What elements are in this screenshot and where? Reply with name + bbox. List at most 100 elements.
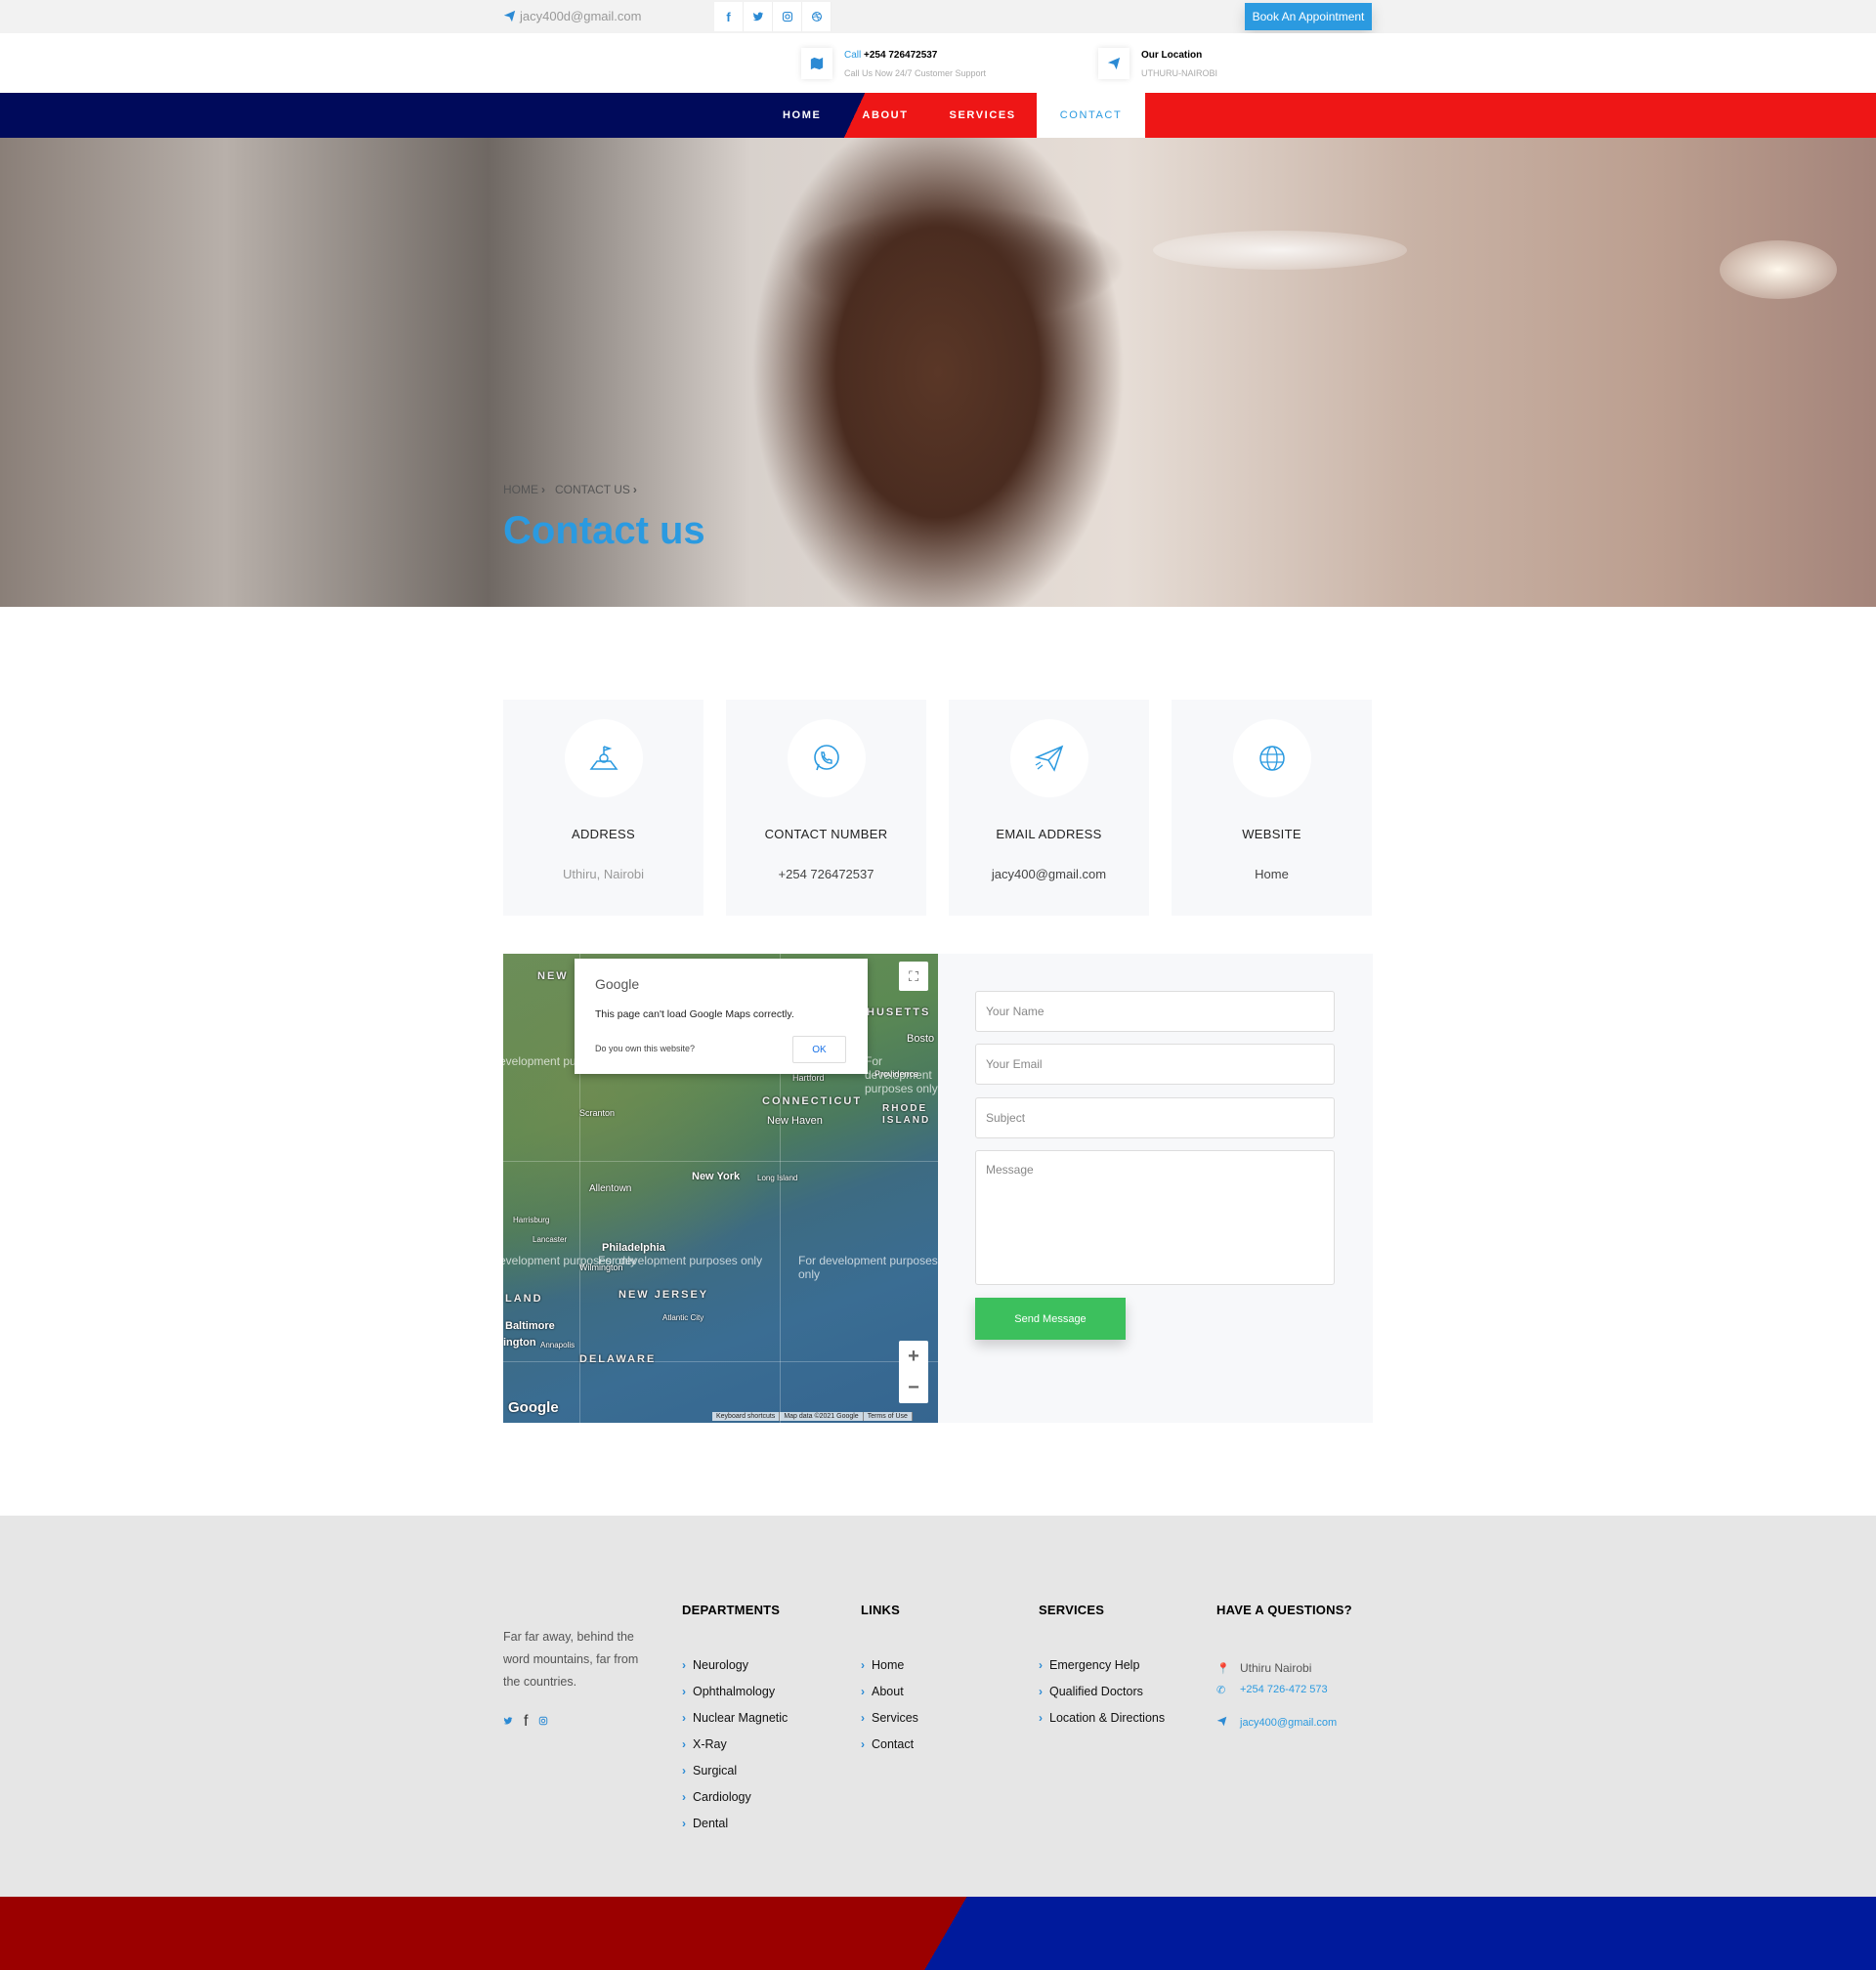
chevron-right-icon: › xyxy=(682,1685,686,1698)
dev-watermark: For development purposes only xyxy=(798,1254,938,1281)
department-link[interactable]: › X-Ray xyxy=(682,1737,788,1764)
service-link[interactable]: › Qualified Doctors xyxy=(1039,1685,1165,1711)
card-value[interactable]: jacy400@gmail.com xyxy=(949,867,1149,881)
nav-item-home[interactable]: HOME xyxy=(762,93,841,138)
chevron-right-icon: › xyxy=(861,1658,865,1672)
footer-link[interactable]: › Home xyxy=(861,1658,918,1685)
card-email-address: EMAIL ADDRESS jacy400@gmail.com xyxy=(949,700,1149,916)
dialog-message: This page can't load Google Maps correct… xyxy=(595,1008,794,1020)
footer-questions: HAVE A QUESTIONS? 📍 Uthiru Nairobi ✆ +254 … xyxy=(1216,1603,1352,1739)
department-link[interactable]: › Nuclear Magnetic xyxy=(682,1711,788,1737)
chevron-right-icon: › xyxy=(682,1790,686,1804)
whatsapp-icon xyxy=(787,719,866,797)
footer-services: SERVICES › Emergency Help › Qualified Doct… xyxy=(1039,1603,1165,1737)
map-label: Bosto xyxy=(907,1033,935,1045)
paper-plane-icon xyxy=(1009,719,1088,797)
footer-links: LINKS › Home › About › Services › Contact xyxy=(861,1603,918,1764)
zoom-in-icon[interactable]: + xyxy=(899,1341,928,1372)
map-label: CONNECTICUT xyxy=(762,1095,863,1107)
facebook-icon[interactable]: f xyxy=(524,1713,528,1731)
footer-link[interactable]: › About xyxy=(861,1685,918,1711)
footer-social: f xyxy=(503,1713,548,1731)
footer-services-title: SERVICES xyxy=(1039,1603,1105,1617)
service-link[interactable]: › Location & Directions xyxy=(1039,1711,1165,1737)
map-label: HUSETTS xyxy=(867,1006,931,1018)
map-label: ington xyxy=(503,1337,536,1349)
card-title: CONTACT NUMBER xyxy=(764,827,888,841)
dev-watermark: For development purposes only xyxy=(598,1254,763,1267)
map-label: Annapolis xyxy=(540,1341,576,1349)
dialog-ok-button[interactable]: OK xyxy=(792,1036,846,1063)
chevron-right-icon: › xyxy=(1039,1658,1043,1672)
google-logo: Google xyxy=(508,1399,559,1416)
paper-plane-icon xyxy=(1098,48,1130,79)
chevron-right-icon: › xyxy=(861,1737,865,1751)
card-title: ADDRESS xyxy=(572,827,635,841)
breadcrumb-home[interactable]: HOME › xyxy=(503,483,545,496)
message-textarea[interactable]: Message xyxy=(975,1150,1335,1285)
chevron-right-icon: › xyxy=(861,1685,865,1698)
globe-icon xyxy=(1232,719,1311,797)
location-subtitle: UTHURU-NAIROBI xyxy=(1141,68,1217,78)
send-message-button[interactable]: Send Message xyxy=(975,1298,1126,1340)
department-link[interactable]: › Neurology xyxy=(682,1658,788,1685)
footer-link[interactable]: › Services xyxy=(861,1711,918,1737)
map-label: DELAWARE xyxy=(579,1353,657,1365)
twitter-icon[interactable] xyxy=(744,2,773,31)
name-input[interactable]: Your Name xyxy=(975,991,1335,1032)
dribbble-icon[interactable] xyxy=(802,2,831,31)
fullscreen-icon[interactable]: ⛶ xyxy=(899,962,928,991)
department-link[interactable]: › Dental xyxy=(682,1817,788,1843)
instagram-icon[interactable] xyxy=(773,2,802,31)
chevron-right-icon: › xyxy=(1039,1711,1043,1725)
facebook-icon[interactable]: f xyxy=(714,2,744,31)
footer-departments-title: DEPARTMENTS xyxy=(682,1603,781,1617)
nav-item-services[interactable]: SERVICES xyxy=(929,93,1037,138)
map-label: New York xyxy=(692,1171,741,1182)
chevron-right-icon: › xyxy=(861,1711,865,1725)
footer-email[interactable]: jacy400@gmail.com xyxy=(1216,1706,1352,1739)
map-label: New Haven xyxy=(767,1115,823,1127)
chevron-right-icon: › xyxy=(682,1737,686,1751)
service-link[interactable]: › Emergency Help xyxy=(1039,1658,1165,1685)
card-title: WEBSITE xyxy=(1242,827,1301,841)
book-appointment-button[interactable]: Book An Appointment xyxy=(1245,3,1372,30)
chevron-right-icon: › xyxy=(682,1817,686,1830)
zoom-out-icon[interactable]: − xyxy=(899,1372,928,1403)
hero-banner: HOME › CONTACT US › Contact us xyxy=(0,138,1876,607)
department-link[interactable]: › Surgical xyxy=(682,1764,788,1790)
map-label: Lancaster xyxy=(533,1235,568,1244)
nav-item-contact[interactable]: CONTACT xyxy=(1036,93,1146,138)
footer-link[interactable]: › Contact xyxy=(861,1737,918,1764)
nav-item-about[interactable]: ABOUT xyxy=(841,93,928,138)
map-label: Long Island xyxy=(757,1174,798,1182)
contact-form: Your Name Your Email Subject Message Sen… xyxy=(938,954,1373,1423)
map-label: Atlantic City xyxy=(662,1313,704,1322)
department-link[interactable]: › Cardiology xyxy=(682,1790,788,1817)
footer-phone[interactable]: ✆ +254 726-472 573 xyxy=(1216,1679,1352,1700)
dialog-brand: Google xyxy=(595,976,640,992)
chevron-right-icon: › xyxy=(682,1764,686,1777)
terms-link[interactable]: Terms of Use xyxy=(864,1412,913,1421)
map-label: Baltimore xyxy=(505,1320,555,1332)
call-info: Call +254 726472537 Call Us Now 24/7 Cus… xyxy=(801,48,986,79)
card-website: WEBSITE Home xyxy=(1172,700,1372,916)
map-label: RHODE ISLAND xyxy=(882,1103,931,1126)
google-map[interactable]: NEW HUSETTS Bosto Hartford Providence CO… xyxy=(503,954,938,1423)
topbar-social: f xyxy=(714,2,831,31)
card-value[interactable]: +254 726472537 xyxy=(726,867,926,881)
department-link[interactable]: › Ophthalmology xyxy=(682,1685,788,1711)
twitter-icon[interactable] xyxy=(503,1713,513,1731)
footer-departments: DEPARTMENTS › Neurology › Ophthalmology › N… xyxy=(682,1603,788,1843)
footer: Far far away, behind the word mountains,… xyxy=(0,1516,1876,1897)
topbar-email[interactable]: jacy400d@gmail.com xyxy=(503,9,641,23)
breadcrumb: HOME › CONTACT US › xyxy=(503,483,637,496)
instagram-icon[interactable] xyxy=(538,1713,548,1731)
email-input[interactable]: Your Email xyxy=(975,1044,1335,1085)
chevron-right-icon: › xyxy=(1039,1685,1043,1698)
subject-input[interactable]: Subject xyxy=(975,1097,1335,1138)
map-label: Scranton xyxy=(579,1108,616,1118)
dialog-question[interactable]: Do you own this website? xyxy=(595,1044,695,1053)
card-value[interactable]: Home xyxy=(1172,867,1372,881)
keyboard-shortcuts-link[interactable]: Keyboard shortcuts xyxy=(712,1412,781,1421)
